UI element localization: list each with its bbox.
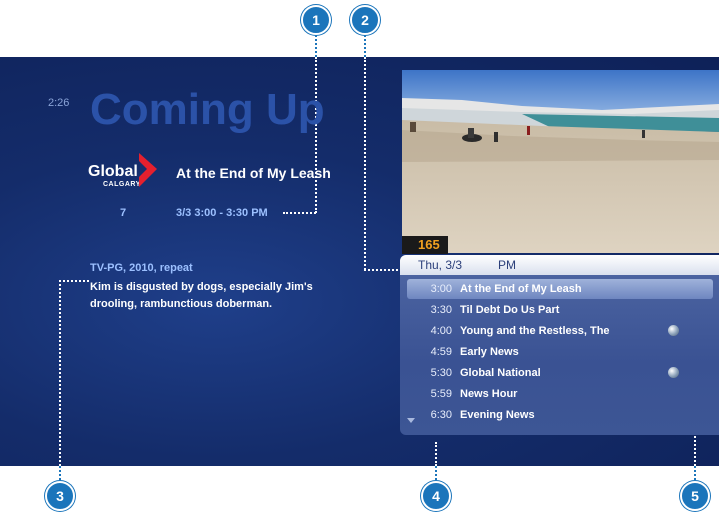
guide-row-time: 3:30 bbox=[430, 304, 452, 316]
live-video-preview[interactable] bbox=[402, 70, 719, 253]
guide-row[interactable]: 5:30 Global National bbox=[400, 363, 719, 383]
guide-row-time: 5:59 bbox=[430, 388, 452, 400]
callout-1-line-h bbox=[283, 212, 316, 214]
callout-4-line bbox=[435, 442, 437, 466]
callout-3: 3 bbox=[45, 481, 75, 511]
globe-icon bbox=[668, 325, 679, 336]
scroll-down-arrow-icon[interactable] bbox=[407, 418, 415, 423]
guide-row[interactable]: 6:30 Evening News bbox=[400, 405, 719, 425]
guide-row-title: Til Debt Do Us Part bbox=[460, 304, 560, 316]
guide-header: Thu, 3/3 PM bbox=[400, 255, 719, 275]
guide-row-title: Evening News bbox=[460, 409, 535, 421]
guide-row-title: Global National bbox=[460, 367, 541, 379]
channel-number: 7 bbox=[120, 207, 127, 219]
network-logo-subtext: CALGARY bbox=[103, 181, 141, 188]
clock: 2:26 bbox=[48, 97, 70, 109]
show-title: At the End of My Leash bbox=[176, 165, 331, 181]
beach-video-image bbox=[402, 70, 719, 253]
guide-row[interactable]: 5:59 News Hour bbox=[400, 384, 719, 404]
guide-row-title: At the End of My Leash bbox=[460, 283, 582, 295]
show-description: Kim is disgusted by dogs, especially Jim… bbox=[90, 281, 313, 310]
callout-3-line bbox=[59, 280, 61, 466]
guide-row-time: 4:59 bbox=[430, 346, 452, 358]
callout-2-line-h bbox=[364, 269, 402, 271]
air-date-time: 3/3 3:00 - 3:30 PM bbox=[176, 207, 268, 219]
callout-2-line bbox=[364, 57, 366, 270]
rating-info: TV-PG, 2010, repeat bbox=[90, 262, 193, 274]
callout-3-leader bbox=[59, 466, 61, 480]
guide-row-time: 3:00 bbox=[430, 283, 452, 295]
callout-4-leader bbox=[435, 466, 437, 480]
guide-row[interactable]: 3:30 Til Debt Do Us Part bbox=[400, 300, 719, 320]
channel-badge: 165 bbox=[402, 236, 448, 254]
guide-row-time: 5:30 bbox=[430, 367, 452, 379]
coming-up-heading: Coming Up bbox=[90, 85, 325, 134]
program-guide-list[interactable]: Thu, 3/3 PM 3:00 At the End of My Leash … bbox=[400, 255, 719, 435]
callout-4: 4 bbox=[421, 481, 451, 511]
callout-1-line bbox=[315, 57, 317, 213]
guide-row[interactable]: 4:00 Young and the Restless, The bbox=[400, 321, 719, 341]
guide-row[interactable]: 4:59 Early News bbox=[400, 342, 719, 362]
global-logo-icon bbox=[139, 153, 157, 187]
callout-1-leader bbox=[315, 35, 317, 57]
callout-2: 2 bbox=[350, 5, 380, 35]
callout-5-leader bbox=[694, 466, 696, 480]
callout-3-line-h bbox=[59, 280, 89, 282]
guide-row-title: Early News bbox=[460, 346, 519, 358]
globe-icon bbox=[668, 367, 679, 378]
network-logo-text: Global bbox=[88, 163, 138, 180]
callout-2-leader bbox=[364, 35, 366, 57]
guide-row-time: 4:00 bbox=[430, 325, 452, 337]
guide-row-title: Young and the Restless, The bbox=[460, 325, 610, 337]
guide-period: PM bbox=[498, 258, 516, 272]
guide-row-title: News Hour bbox=[460, 388, 518, 400]
tv-guide-screen: 2:26 Coming Up Global CALGARY At the End… bbox=[0, 57, 719, 466]
guide-date: Thu, 3/3 bbox=[418, 258, 463, 272]
callout-1: 1 bbox=[301, 5, 331, 35]
callout-5: 5 bbox=[680, 481, 710, 511]
guide-row[interactable]: 3:00 At the End of My Leash bbox=[407, 279, 713, 299]
